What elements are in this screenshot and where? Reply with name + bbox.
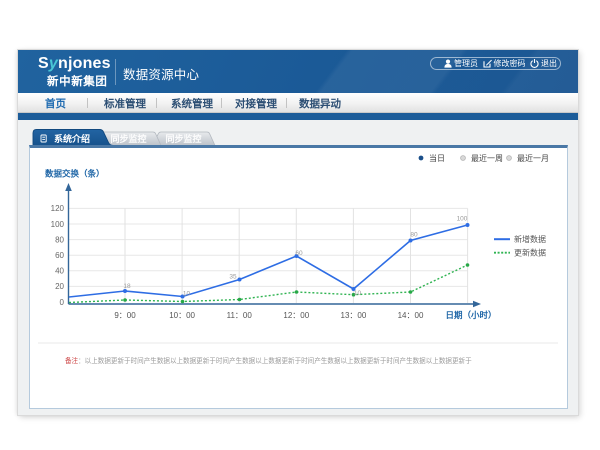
svg-text:系统介绍: 系统介绍 xyxy=(54,133,90,144)
svg-text:10: 10 xyxy=(354,290,362,297)
svg-text:数据交换（条）: 数据交换（条） xyxy=(45,169,105,179)
svg-text:60: 60 xyxy=(295,250,303,257)
svg-text:13：00: 13：00 xyxy=(341,311,367,320)
svg-text:14：00: 14：00 xyxy=(398,311,424,320)
svg-text:100: 100 xyxy=(51,220,65,229)
svg-text:更新数据: 更新数据 xyxy=(514,248,546,258)
svg-text:20: 20 xyxy=(55,282,64,291)
svg-text:80: 80 xyxy=(55,235,64,244)
svg-text:0: 0 xyxy=(60,298,65,307)
svg-text:9：00: 9：00 xyxy=(114,311,136,320)
svg-text:80: 80 xyxy=(410,232,418,239)
svg-text:最近一周: 最近一周 xyxy=(471,153,503,163)
svg-text:60: 60 xyxy=(55,251,64,260)
svg-text:10: 10 xyxy=(183,291,191,298)
svg-text:12：00: 12：00 xyxy=(283,311,309,320)
svg-text:35: 35 xyxy=(229,274,237,281)
svg-text:日期（小时）: 日期（小时） xyxy=(445,310,496,320)
svg-text:新增数据: 新增数据 xyxy=(514,234,546,244)
svg-text:18: 18 xyxy=(123,283,131,290)
svg-text:同步监控: 同步监控 xyxy=(165,133,201,144)
svg-text:当日: 当日 xyxy=(429,153,445,163)
svg-text:最近一月: 最近一月 xyxy=(517,153,549,163)
svg-text:40: 40 xyxy=(55,267,64,276)
svg-text:10：00: 10：00 xyxy=(169,311,195,320)
svg-text:120: 120 xyxy=(51,204,65,213)
svg-text:同步监控: 同步监控 xyxy=(110,133,146,144)
svg-text:11：00: 11：00 xyxy=(227,311,253,320)
svg-text:100: 100 xyxy=(457,216,468,223)
